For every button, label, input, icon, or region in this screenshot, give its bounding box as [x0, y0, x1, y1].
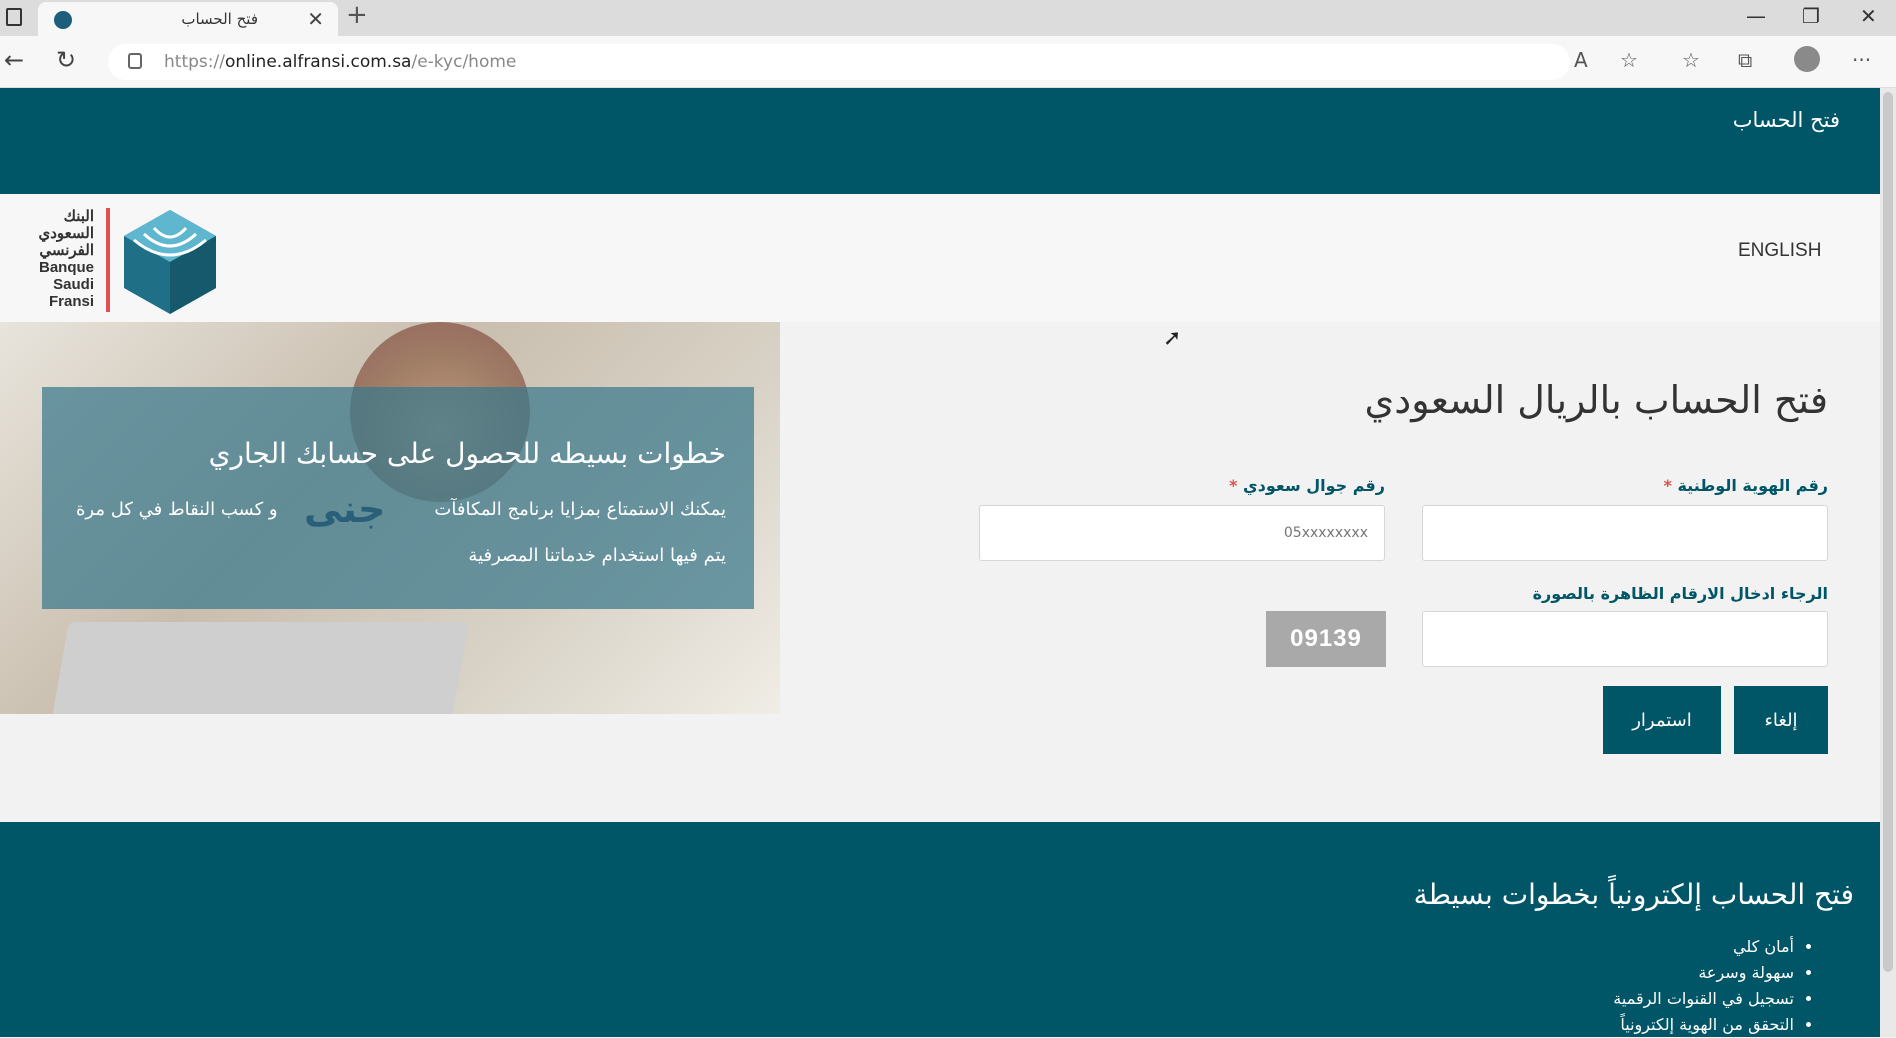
national-id-label: رقم الهوية الوطنية *	[1663, 476, 1828, 495]
captcha-label: الرجاء ادخال الارقام الظاهرة بالصورة	[1532, 584, 1828, 603]
lock-icon[interactable]	[128, 53, 142, 69]
more-menu-icon[interactable]: ···	[1852, 48, 1871, 72]
footer-title: فتح الحساب إلكترونياً بخطوات بسيطة	[1413, 878, 1854, 911]
hero-title: خطوات بسيطه للحصول على حسابك الجاري	[208, 437, 726, 470]
top-banner: فتح الحساب	[0, 88, 1880, 194]
list-item: سهولة وسرعة	[1613, 960, 1794, 986]
hero-photo-laptop	[51, 622, 469, 714]
close-tab-icon[interactable]: ✕	[307, 7, 324, 31]
hero-overlay-panel: خطوات بسيطه للحصول على حسابك الجاري يمكن…	[42, 387, 754, 609]
bank-logo-icon	[124, 210, 216, 314]
tab-title: فتح الحساب	[181, 10, 258, 28]
national-id-input[interactable]	[1422, 505, 1828, 561]
logo-divider	[106, 208, 110, 312]
close-window-icon[interactable]: ✕	[1860, 4, 1877, 28]
browser-tab-bar: فتح الحساب ✕ + — ❐ ✕	[0, 0, 1896, 36]
hero-description-line1: يمكنك الاستمتاع بمزايا برنامج المكافآت	[434, 499, 726, 520]
restore-icon[interactable]: ❐	[1802, 4, 1820, 28]
rewards-logo: جنى	[304, 487, 386, 531]
scrollbar-thumb[interactable]	[1883, 92, 1893, 972]
browser-tab[interactable]: فتح الحساب ✕	[38, 2, 338, 36]
continue-button[interactable]: استمرار	[1603, 686, 1721, 754]
add-favorite-icon[interactable]: ☆	[1620, 48, 1638, 72]
browser-address-bar: ← ↻ https://online.alfransi.com.sa/e-kyc…	[0, 36, 1896, 88]
form-title: فتح الحساب بالريال السعودي	[1364, 378, 1828, 422]
url-text: https://online.alfransi.com.sa/e-kyc/hom…	[164, 52, 517, 72]
captcha-image: 09139	[1266, 611, 1386, 667]
english-language-link[interactable]: ENGLISH	[1738, 240, 1821, 262]
minimize-icon[interactable]: —	[1746, 4, 1766, 28]
features-footer: فتح الحساب إلكترونياً بخطوات بسيطة أمان …	[0, 822, 1880, 1037]
cancel-button[interactable]: إلغاء	[1734, 686, 1828, 754]
collections-icon[interactable]: ⧉	[1738, 48, 1752, 72]
list-item: أمان كلي	[1613, 934, 1794, 960]
list-item: التحقق من الهوية إلكترونياً	[1613, 1012, 1794, 1038]
url-field[interactable]: https://online.alfransi.com.sa/e-kyc/hom…	[108, 44, 1570, 80]
hero-description-line1b: و كسب النقاط في كل مرة	[76, 499, 278, 520]
page-title: فتح الحساب	[1732, 108, 1840, 132]
list-item: تسجيل في القنوات الرقمية	[1613, 986, 1794, 1012]
features-list: أمان كلي سهولة وسرعة تسجيل في القنوات ال…	[1613, 934, 1814, 1038]
favorites-icon[interactable]: ☆	[1682, 48, 1700, 72]
mouse-cursor-icon: ➚	[1163, 326, 1182, 351]
bank-logo-text: البنك السعودي الفرنسي Banque Saudi Frans…	[38, 208, 94, 310]
mobile-number-label: رقم جوال سعودي *	[1229, 476, 1385, 495]
site-favicon-icon	[54, 11, 72, 29]
new-tab-icon[interactable]: +	[346, 0, 368, 30]
back-icon[interactable]: ←	[4, 46, 24, 74]
site-header: البنك السعودي الفرنسي Banque Saudi Frans…	[0, 194, 1880, 322]
refresh-icon[interactable]: ↻	[56, 46, 76, 74]
tab-actions-icon[interactable]	[6, 8, 22, 26]
profile-avatar[interactable]	[1794, 46, 1820, 72]
page-scrollbar[interactable]	[1880, 88, 1896, 1037]
hero-banner: خطوات بسيطه للحصول على حسابك الجاري يمكن…	[0, 322, 780, 714]
read-aloud-icon[interactable]: A	[1574, 48, 1588, 72]
mobile-number-input[interactable]	[979, 505, 1385, 561]
hero-description-line2: يتم فيها استخدام خدماتنا المصرفية	[468, 545, 726, 566]
captcha-input[interactable]	[1422, 611, 1828, 667]
